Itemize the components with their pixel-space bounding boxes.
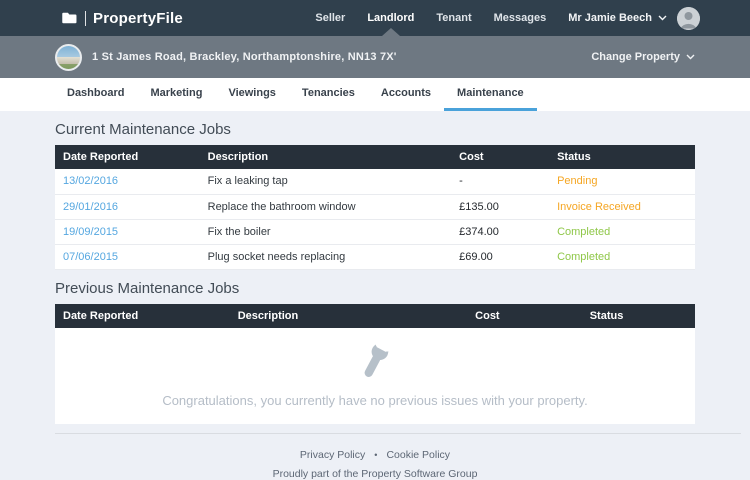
user-name: Mr Jamie Beech [568, 12, 652, 24]
cell-date-reported: 19/09/2015 [55, 219, 200, 244]
brand-name: PropertyFile [93, 10, 183, 27]
main-content: Current Maintenance Jobs Date ReportedDe… [0, 121, 750, 480]
previous-jobs-empty-state: Congratulations, you currently have no p… [55, 328, 695, 424]
footer-tagline: Proudly part of the Property Software Gr… [55, 468, 695, 480]
column-header-date-reported: Date Reported [55, 304, 230, 328]
column-header-description: Description [200, 145, 452, 169]
tab-dashboard[interactable]: Dashboard [54, 78, 137, 111]
folder-icon [62, 12, 77, 24]
change-property-button[interactable]: Change Property [591, 51, 695, 63]
column-header-cost: Cost [451, 145, 549, 169]
column-header-description: Description [230, 304, 467, 328]
cell-date-reported: 13/02/2016 [55, 169, 200, 194]
column-header-status: Status [549, 145, 695, 169]
bullet-separator: • [374, 450, 377, 460]
topnav-item-tenant[interactable]: Tenant [436, 12, 471, 24]
property-address: 1 St James Road, Brackley, Northamptonsh… [92, 51, 397, 63]
topnav-item-seller[interactable]: Seller [315, 12, 345, 24]
cell-cost: £374.00 [451, 219, 549, 244]
footer-link-cookie-policy[interactable]: Cookie Policy [386, 449, 450, 461]
site-footer: Privacy Policy • Cookie Policy Proudly par… [55, 449, 695, 480]
change-property-label: Change Property [591, 51, 680, 63]
cell-description: Fix a leaking tap [200, 169, 452, 194]
table-header: Date ReportedDescriptionCostStatus [55, 304, 695, 328]
top-bar: PropertyFile Seller Landlord Tenant Message… [0, 0, 750, 36]
tab-marketing[interactable]: Marketing [137, 78, 215, 111]
tab-tenancies[interactable]: Tenancies [289, 78, 368, 111]
topnav-item-messages[interactable]: Messages [494, 12, 547, 24]
property-photo [55, 44, 82, 71]
cell-date-reported: 29/01/2016 [55, 194, 200, 219]
status-badge: Invoice Received [549, 194, 695, 219]
date-link[interactable]: 29/01/2016 [63, 201, 118, 213]
table-row: 19/09/2015 Fix the boiler£374.00Completed [55, 219, 695, 244]
date-link[interactable]: 07/06/2015 [63, 251, 118, 263]
property-bar: 1 St James Road, Brackley, Northamptonsh… [0, 36, 750, 78]
column-header-cost: Cost [467, 304, 582, 328]
propertyfile-logo[interactable]: PropertyFile [62, 10, 183, 27]
tab-accounts[interactable]: Accounts [368, 78, 444, 111]
status-badge: Pending [549, 169, 695, 194]
top-navigation: Seller Landlord Tenant Messages [315, 12, 546, 24]
cell-cost: £135.00 [451, 194, 549, 219]
user-menu[interactable]: Mr Jamie Beech [568, 12, 667, 24]
cell-cost: - [451, 169, 549, 194]
cell-description: Fix the boiler [200, 219, 452, 244]
current-jobs-title: Current Maintenance Jobs [55, 121, 695, 138]
column-header-date-reported: Date Reported [55, 145, 200, 169]
table-row: 13/02/2016 Fix a leaking tap-Pending [55, 169, 695, 194]
chevron-down-icon [686, 54, 695, 60]
cell-cost: £69.00 [451, 244, 549, 269]
user-avatar[interactable] [677, 7, 700, 30]
cell-description: Plug socket needs replacing [200, 244, 452, 269]
cell-description: Replace the bathroom window [200, 194, 452, 219]
previous-jobs-title: Previous Maintenance Jobs [55, 280, 695, 297]
wrench-icon [354, 340, 396, 382]
current-maintenance-table: Date ReportedDescriptionCostStatus13/02/… [55, 145, 695, 270]
topnav-item-landlord[interactable]: Landlord [367, 12, 414, 24]
date-link[interactable]: 13/02/2016 [63, 175, 118, 187]
column-header-status: Status [582, 304, 695, 328]
table-row: 29/01/2016 Replace the bathroom window£13… [55, 194, 695, 219]
empty-state-message: Congratulations, you currently have no p… [55, 393, 695, 408]
active-nav-notch [382, 28, 400, 36]
footer-link-privacy-policy[interactable]: Privacy Policy [300, 449, 365, 461]
footer-links: Privacy Policy • Cookie Policy [55, 449, 695, 461]
table-row: 07/06/2015 Plug socket needs replacing£69… [55, 244, 695, 269]
tab-maintenance[interactable]: Maintenance [444, 78, 537, 111]
date-link[interactable]: 19/09/2015 [63, 226, 118, 238]
tab-viewings[interactable]: Viewings [215, 78, 288, 111]
status-badge: Completed [549, 244, 695, 269]
logo-divider [85, 11, 86, 26]
cell-date-reported: 07/06/2015 [55, 244, 200, 269]
section-tabs: DashboardMarketingViewingsTenanciesAccou… [0, 78, 750, 111]
table-header: Date ReportedDescriptionCostStatus [55, 145, 695, 169]
person-icon [677, 7, 700, 30]
chevron-down-icon [658, 15, 667, 21]
previous-maintenance-table: Date ReportedDescriptionCostStatus [55, 304, 695, 328]
footer-divider [55, 433, 741, 434]
status-badge: Completed [549, 219, 695, 244]
